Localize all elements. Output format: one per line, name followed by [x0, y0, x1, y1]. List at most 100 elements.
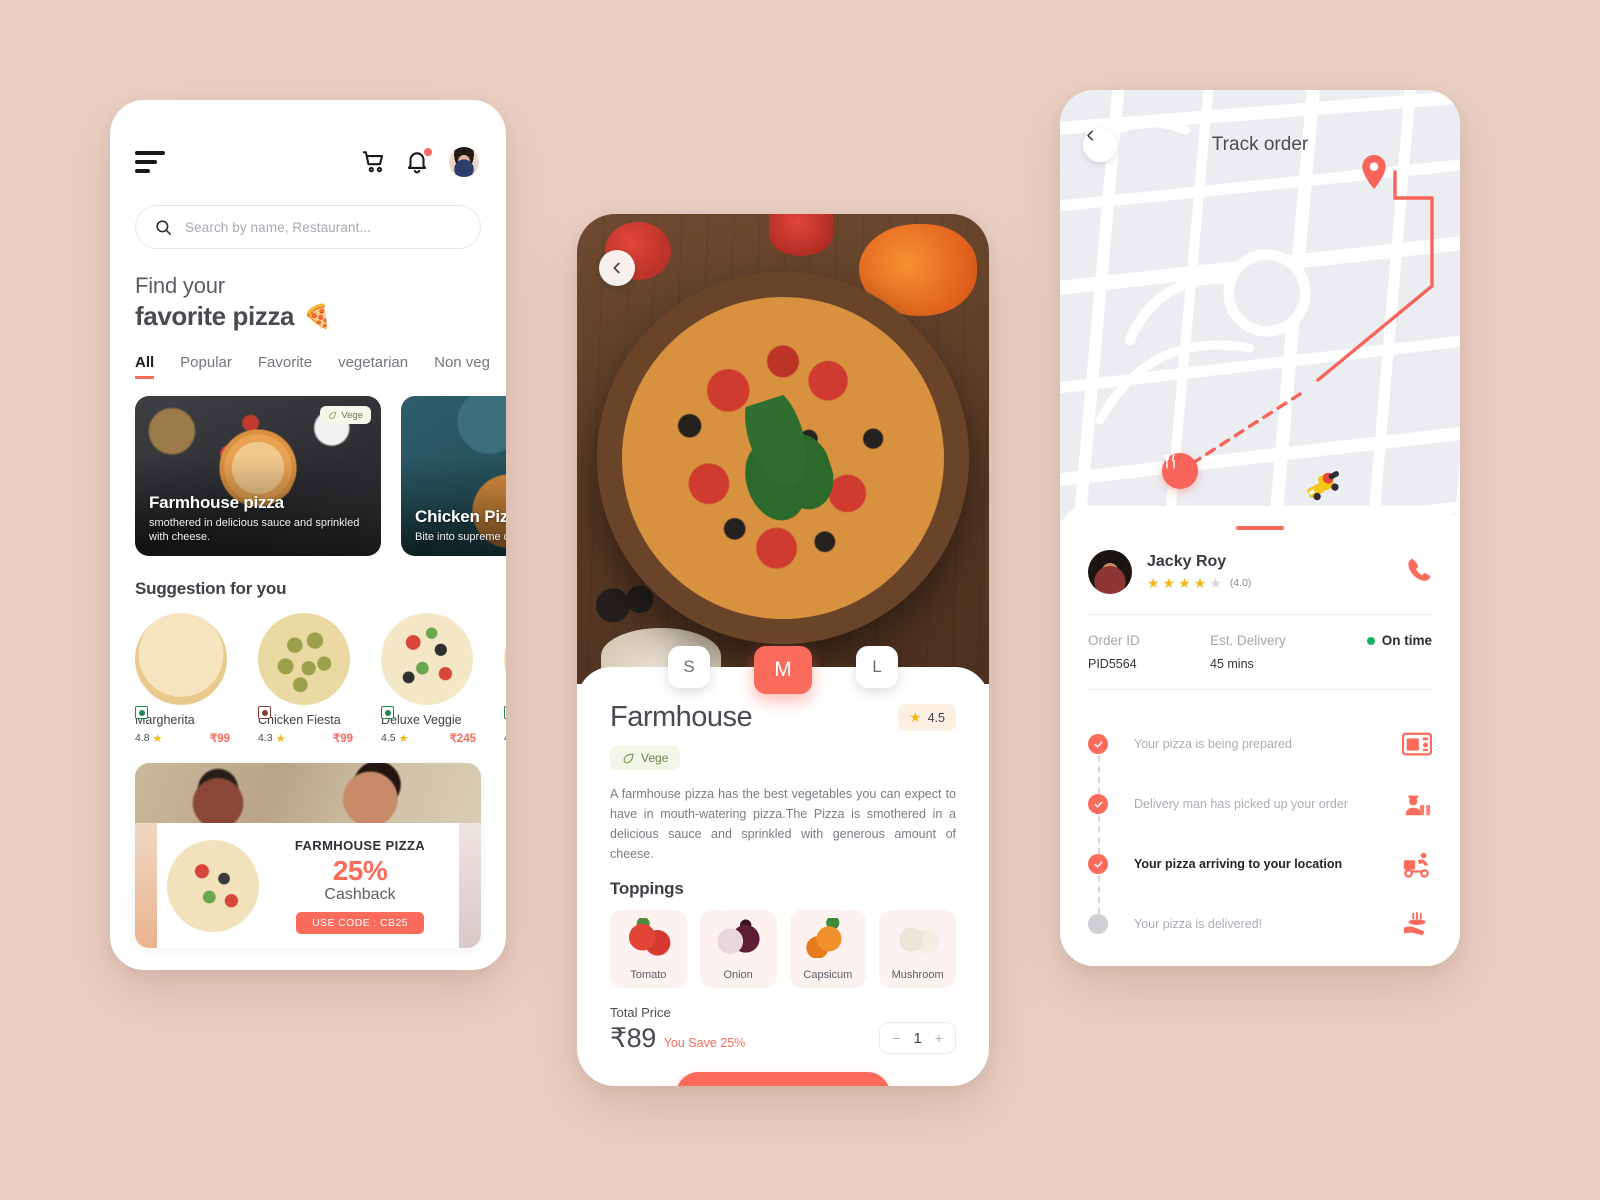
restaurant-marker[interactable] — [1162, 453, 1198, 489]
tab-popular[interactable]: Popular — [180, 354, 232, 376]
topping-capsicum[interactable]: Capsicum — [789, 910, 867, 988]
suggestion-meta: 4.8 ★ ₹99 — [135, 731, 230, 745]
track-details-sheet: Jacky Roy ★ ★ ★ ★ ★ (4.0) Order ID PID55… — [1060, 506, 1460, 966]
suggestion-meta: 4.5 ★ — [504, 731, 506, 744]
avatar[interactable] — [447, 145, 481, 179]
phone-icon[interactable] — [1405, 556, 1432, 588]
chevron-left-icon — [613, 262, 620, 274]
veg-mark-icon — [381, 706, 394, 719]
quantity-stepper[interactable]: − 1 + — [879, 1022, 956, 1054]
scooter-icon — [1402, 850, 1432, 878]
promo-code-button[interactable]: USE CODE : CB25 — [296, 911, 424, 934]
avatar — [1088, 550, 1132, 594]
pizza-emoji-icon: 🍕 — [303, 303, 332, 329]
vege-badge-label: Vege — [641, 751, 669, 765]
pizza-thumbnail — [381, 613, 473, 705]
size-option-l[interactable]: L — [856, 646, 898, 688]
list-item[interactable]: Margherita 4.8 ★ ₹99 — [135, 613, 230, 745]
savings-text: You Save 25% — [663, 1036, 746, 1050]
order-meta: Order ID PID5564 Est. Delivery 45 mins O… — [1088, 633, 1432, 671]
dish-detail-sheet: Farmhouse ★ 4.5 Vege A farmhouse pizza h… — [577, 667, 989, 1086]
quantity-value: 1 — [913, 1029, 922, 1047]
eta-value: 45 mins — [1210, 657, 1254, 671]
sheet-grabber[interactable] — [1236, 526, 1284, 530]
increase-quantity-button[interactable]: + — [935, 1030, 943, 1046]
tab-vegetarian[interactable]: vegetarian — [338, 354, 408, 376]
rating-value: 4.5 — [381, 732, 396, 744]
order-now-label: Order now — [761, 1086, 836, 1087]
cart-icon[interactable] — [361, 149, 387, 175]
decrease-quantity-button[interactable]: − — [892, 1030, 900, 1046]
driver-rating: ★ ★ ★ ★ ★ (4.0) — [1147, 575, 1251, 592]
pizza-thumbnail — [504, 613, 506, 705]
food-card[interactable]: Vege Farmhouse pizza smothered in delici… — [135, 396, 381, 556]
step-arriving: Your pizza arriving to your location — [1088, 834, 1432, 914]
list-item[interactable]: Chicken Fiesta 4.3 ★ ₹99 — [258, 613, 353, 745]
suggestion-rating: 4.5 ★ — [504, 731, 506, 744]
price-section: Total Price ₹89 You Save 25% − 1 + — [610, 1005, 956, 1054]
vege-badge-label: Vege — [341, 409, 363, 421]
step-label: Delivery man has picked up your order — [1134, 797, 1348, 811]
leaf-icon — [329, 411, 337, 419]
divider — [1088, 689, 1432, 690]
step-label: Your pizza is being prepared — [1134, 737, 1292, 751]
delivery-man-icon — [1402, 790, 1432, 818]
star-icon: ★ — [152, 732, 163, 745]
promo-title: FARMHOUSE PIZZA — [294, 837, 426, 853]
veg-mark-icon — [504, 706, 506, 719]
star-icon-empty: ★ — [1209, 574, 1222, 591]
tomato-icon — [624, 918, 673, 958]
star-icon: ★ — [1193, 574, 1207, 591]
size-option-m[interactable]: M — [754, 646, 812, 694]
back-button[interactable] — [599, 250, 635, 286]
check-icon — [1088, 794, 1108, 814]
promo-banner[interactable]: FARMHOUSE PIZZA 25% Cashback USE CODE : … — [135, 763, 481, 948]
pizza-thumbnail — [135, 613, 227, 705]
suggestion-price: ₹99 — [209, 733, 230, 745]
phone-detail-screen: S M L Farmhouse ★ 4.5 Vege A farmhouse p… — [577, 214, 989, 1086]
list-item[interactable]: Veg Ex 4.5 ★ — [504, 613, 506, 745]
search-input[interactable]: Search by name, Restaurant... — [135, 205, 481, 249]
tab-favorite[interactable]: Favorite — [258, 354, 312, 376]
back-button[interactable] — [1083, 128, 1117, 162]
step-label: Your pizza is delivered! — [1134, 917, 1263, 931]
page-title: Farmhouse — [610, 701, 753, 733]
rating-value: 4.5 — [504, 732, 506, 744]
size-option-s[interactable]: S — [668, 646, 710, 688]
size-selector: S M L — [577, 646, 989, 694]
veg-mark-icon — [135, 706, 148, 719]
promo-subtitle: Cashback — [324, 885, 396, 903]
pizza-image — [622, 297, 944, 620]
rating-value: 4.5 — [927, 710, 945, 725]
eta-label: Est. Delivery — [1210, 633, 1286, 648]
topping-onion[interactable]: Onion — [699, 910, 777, 988]
order-id-value: PID5564 — [1088, 657, 1137, 671]
tab-non-veg[interactable]: Non veg — [434, 354, 490, 376]
bell-icon[interactable] — [404, 148, 432, 175]
food-card-desc: Bite into supreme delight of Black Olive… — [415, 531, 506, 543]
star-icon: ★ — [1178, 574, 1191, 591]
suggestion-name: Margherita — [135, 713, 195, 727]
suggestion-rating: 4.3 ★ — [258, 732, 285, 745]
delivery-map[interactable]: Track order — [1060, 90, 1460, 520]
list-item[interactable]: Deluxe Veggie 4.5 ★ ₹245 — [381, 613, 476, 745]
promo-percent: 25% — [332, 854, 388, 886]
rating-value: 4.3 — [258, 732, 273, 744]
food-card[interactable]: Chicken Pizza Bite into supreme delight … — [401, 396, 506, 556]
topping-mushroom[interactable]: Mushroom — [879, 910, 956, 988]
divider — [1088, 614, 1432, 615]
map-pin-icon[interactable] — [1361, 155, 1387, 189]
topping-label: Tomato — [630, 969, 667, 981]
notification-badge — [424, 148, 432, 156]
star-icon: ★ — [909, 709, 922, 725]
tab-all[interactable]: All — [135, 354, 155, 379]
suggestion-list: Margherita 4.8 ★ ₹99 Chicken Fiesta 4.3 … — [135, 613, 506, 745]
total-price-row: ₹89 You Save 25% — [610, 1023, 745, 1054]
suggestion-name: Deluxe Veggie — [381, 713, 462, 727]
topping-tomato[interactable]: Tomato — [610, 910, 687, 988]
driver-card: Jacky Roy ★ ★ ★ ★ ★ (4.0) — [1088, 550, 1432, 594]
hamburger-icon[interactable] — [135, 151, 165, 173]
order-now-button[interactable]: Order now — [676, 1072, 890, 1086]
star-icon: ★ — [1162, 574, 1176, 591]
food-card-text: Farmhouse pizza smothered in delicious s… — [149, 493, 369, 544]
